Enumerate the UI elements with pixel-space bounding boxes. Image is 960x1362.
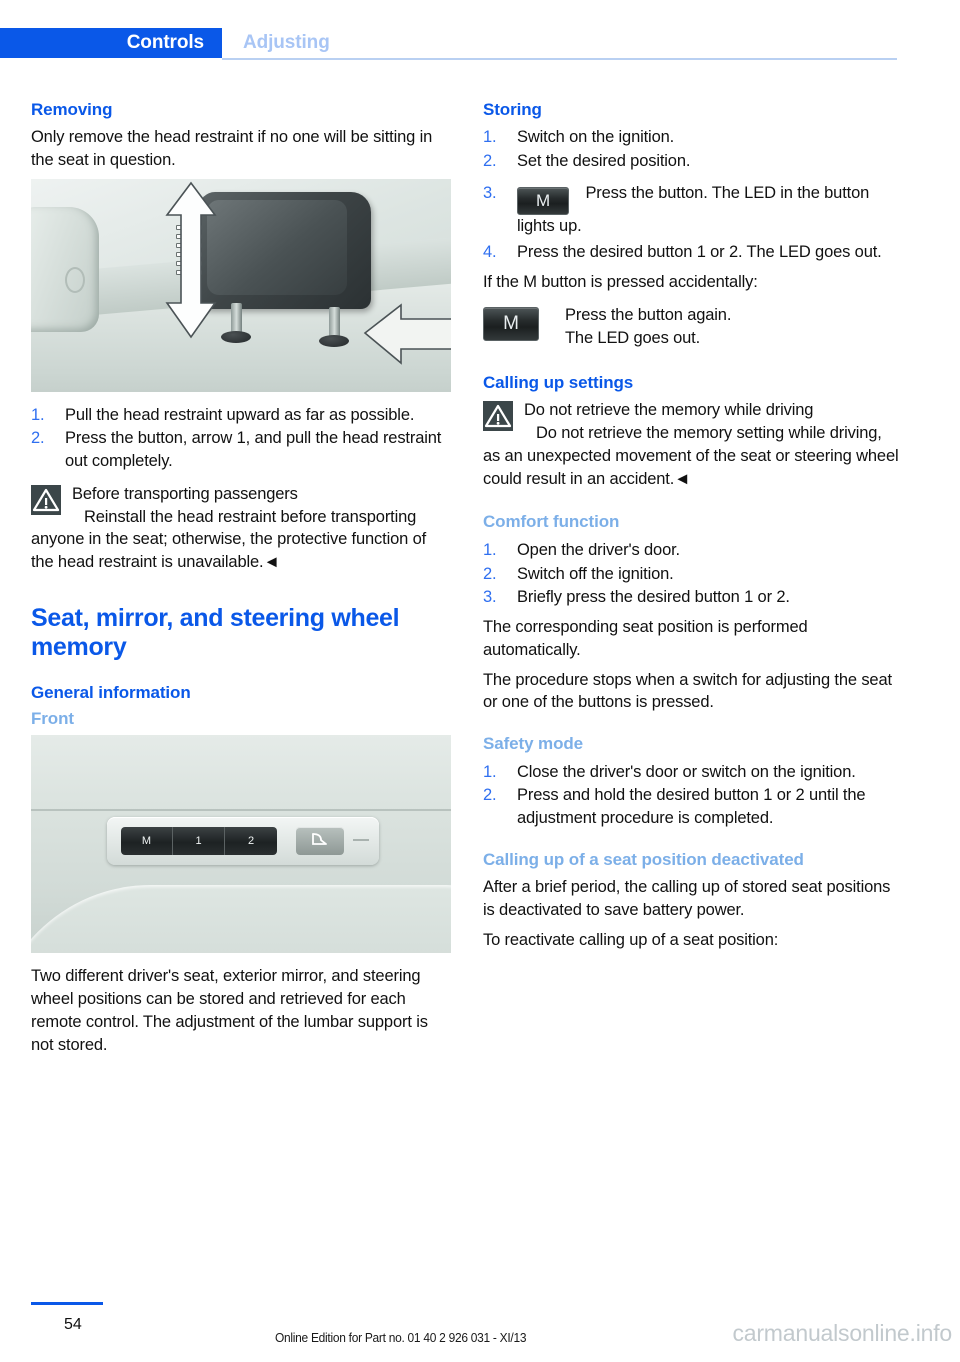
step-number: 1. xyxy=(483,128,497,146)
warning-block-driving: Do not retrieve the memory while driving… xyxy=(483,399,903,490)
step-number: 2. xyxy=(31,429,45,448)
page-number: 54 xyxy=(64,1316,82,1333)
warning-title: Do not retrieve the memory while driving xyxy=(524,401,814,420)
step-text: Briefly press the desired button 1 or 2. xyxy=(517,588,790,607)
memory-button-m: M xyxy=(121,827,173,856)
list-item: 1. Close the driver's door or switch on … xyxy=(483,761,903,784)
head-restraint-post-left xyxy=(231,302,242,335)
removing-steps-list: 1. Pull the head restraint upward as far… xyxy=(31,404,451,473)
heading-seat-mirror-memory: Seat, mirror, and steering wheel memory xyxy=(31,603,400,662)
step-number: 2. xyxy=(483,151,497,170)
step-text: Close the driver's door or switch on the… xyxy=(517,762,856,781)
right-column: Storing 1. Switch on the ignition. 2. Se… xyxy=(483,100,903,959)
step-number: 2. xyxy=(483,564,497,583)
left-column: Removing Only remove the head restraint … xyxy=(31,100,451,1063)
list-item: 2. Press and hold the desired button 1 o… xyxy=(483,784,903,830)
breadcrumb-section-label: Adjusting xyxy=(243,32,330,53)
warning-triangle-icon xyxy=(31,484,61,515)
door-panel-sweep xyxy=(31,885,451,954)
side-seatback-shape xyxy=(31,206,99,332)
warning-text: Do not retrieve the memory setting while… xyxy=(483,424,899,488)
memory-button-1: 1 xyxy=(173,827,225,856)
heading-front: Front xyxy=(31,708,74,728)
breadcrumb-chapter: Controls xyxy=(0,28,222,58)
removing-intro-text: Only remove the head restraint if no one… xyxy=(31,128,433,169)
step-text: Switch off the ignition. xyxy=(517,564,674,583)
page-header: Controls Adjusting xyxy=(0,28,960,58)
seat-memory-icon xyxy=(296,827,344,856)
step-number: 1. xyxy=(483,540,497,559)
up-down-arrow-icon xyxy=(165,181,217,338)
step-text: Press the desired button 1 or 2. The LED… xyxy=(517,243,882,262)
head-restraint-guide-right xyxy=(319,334,349,347)
step-number: 2. xyxy=(483,786,497,805)
comfort-description-1: The corresponding seat position is perfo… xyxy=(483,618,808,659)
step-text: Set the desired position. xyxy=(517,151,691,170)
accidental-press-text: If the M button is pressed accidentally: xyxy=(483,273,758,292)
step-text: Press the button. The LED in the button … xyxy=(517,183,870,235)
safety-steps-list: 1. Close the driver's door or switch on … xyxy=(483,761,903,830)
list-item: 1. Open the driver's door. xyxy=(483,539,903,562)
watermark-text: carmanualsonline.info xyxy=(732,1320,952,1346)
deactivated-description-2: To reactivate calling up of a seat posit… xyxy=(483,930,779,949)
step-text: Press and hold the desired button 1 or 2… xyxy=(517,786,866,828)
step-number: 1. xyxy=(483,762,497,781)
m-note-line-2: The LED goes out. xyxy=(565,328,701,347)
m-button-note-block: M Press the button again. The LED goes o… xyxy=(483,304,903,350)
m-note-line-1: Press the button again. xyxy=(565,305,732,324)
list-item: 3. Briefly press the desired button 1 or… xyxy=(483,586,903,609)
list-item: 2. Set the desired position. xyxy=(483,150,903,173)
heading-calling-up-settings: Calling up settings xyxy=(483,373,634,393)
list-item: 1. Switch on the ignition. xyxy=(483,126,903,149)
list-item: 2. Switch off the ignition. xyxy=(483,563,903,586)
step-number: 1. xyxy=(31,405,45,424)
memory-button-row: M 1 2 xyxy=(121,827,277,856)
header-divider xyxy=(222,58,897,60)
warning-text: Reinstall the head restraint before tran… xyxy=(31,507,427,572)
figure-head-restraint: 1 xyxy=(31,178,451,392)
memory-m-button-icon: M xyxy=(517,186,569,215)
memory-button-2: 2 xyxy=(225,827,277,856)
comfort-description-2: The procedure stops when a switch for ad… xyxy=(483,670,892,712)
list-item: 2. Press the button, arrow 1, and pull t… xyxy=(31,427,451,473)
storing-steps-list: 1. Switch on the ignition. 2. Set the de… xyxy=(483,126,903,264)
deactivated-description-1: After a brief period, the calling up of … xyxy=(483,878,891,920)
step-number: 3. xyxy=(483,588,497,607)
heading-calling-up-deactivated: Calling up of a seat position deactivate… xyxy=(483,849,804,869)
warning-triangle-icon xyxy=(483,401,513,432)
callout-arrow-1-icon xyxy=(363,302,451,365)
step-text: Switch on the ignition. xyxy=(517,128,675,146)
warning-block-transport: Before transporting passengers Reinstall… xyxy=(31,483,451,574)
front-description-text: Two different driver's seat, exterior mi… xyxy=(31,967,428,1054)
list-item: 3. M Press the button. The LED in the bu… xyxy=(483,182,903,238)
heading-comfort-function: Comfort function xyxy=(483,512,620,532)
panel-indicator-dash xyxy=(353,839,369,842)
door-trim-line xyxy=(31,809,451,812)
step-number: 3. xyxy=(483,183,497,202)
figure-door-memory-panel: M 1 2 xyxy=(31,735,451,954)
head-restraint-post-right xyxy=(329,306,340,339)
step-number: 4. xyxy=(483,243,497,262)
warning-title: Before transporting passengers xyxy=(72,484,298,503)
heading-storing: Storing xyxy=(483,100,542,119)
breadcrumb-section: Adjusting xyxy=(243,28,330,58)
heading-safety-mode: Safety mode xyxy=(483,734,583,754)
footer-edition-text: Online Edition for Part no. 01 40 2 926 … xyxy=(275,1330,527,1345)
comfort-steps-list: 1. Open the driver's door. 2. Switch off… xyxy=(483,539,903,609)
list-item: 4. Press the desired button 1 or 2. The … xyxy=(483,241,903,264)
breadcrumb-chapter-label: Controls xyxy=(126,32,204,53)
heading-removing: Removing xyxy=(31,100,113,119)
step-text: Pull the head restraint upward as far as… xyxy=(65,405,415,424)
step-text: Open the driver's door. xyxy=(517,540,680,559)
heading-general-information: General information xyxy=(31,682,191,702)
list-item: 1. Pull the head restraint upward as far… xyxy=(31,404,451,427)
footer-divider xyxy=(31,1302,103,1305)
memory-m-button-icon: M xyxy=(483,306,539,341)
step-text: Press the button, arrow 1, and pull the … xyxy=(65,429,442,471)
